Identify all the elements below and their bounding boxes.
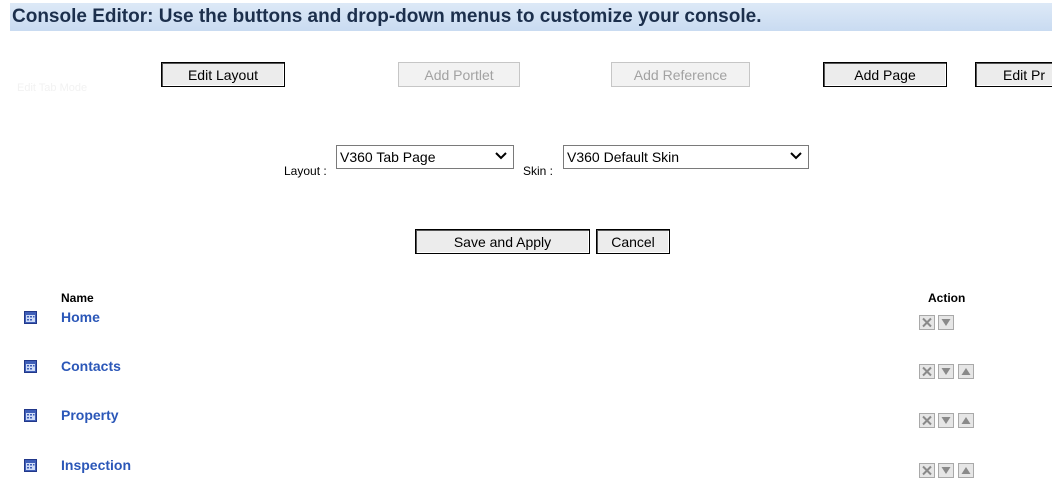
save-and-apply-button[interactable]: Save and Apply [415, 229, 590, 254]
page-name-link[interactable]: Property [61, 407, 119, 423]
console-editor-page: Console Editor: Use the buttons and drop… [0, 0, 1052, 483]
page-name-link[interactable]: Contacts [61, 358, 121, 374]
skin-select[interactable]: V360 Default Skin [563, 145, 809, 169]
table-row: Inspection [0, 456, 1052, 478]
skin-label: Skin : [523, 164, 554, 178]
page-icon [24, 360, 37, 373]
add-reference-button[interactable]: Add Reference [611, 62, 750, 87]
page-icon [24, 459, 37, 472]
move-up-icon[interactable] [958, 463, 974, 478]
page-title: Console Editor: Use the buttons and drop… [12, 6, 762, 27]
table-row: Property [0, 406, 1052, 428]
move-down-icon[interactable] [938, 413, 954, 428]
add-portlet-button[interactable]: Add Portlet [398, 62, 520, 87]
move-down-icon[interactable] [938, 364, 954, 379]
layout-label: Layout : [284, 164, 327, 178]
chevron-down-icon [790, 152, 802, 160]
page-name-link[interactable]: Inspection [61, 457, 131, 473]
remove-icon[interactable] [919, 364, 935, 379]
remove-icon[interactable] [919, 315, 935, 330]
move-down-icon[interactable] [938, 463, 954, 478]
edit-layout-button[interactable]: Edit Layout [161, 62, 285, 87]
header-bar: Console Editor: Use the buttons and drop… [10, 3, 1052, 31]
layout-select-value: V360 Tab Page [340, 149, 436, 165]
chevron-down-icon [495, 152, 507, 160]
add-page-button[interactable]: Add Page [823, 62, 947, 87]
layout-select[interactable]: V360 Tab Page [336, 145, 514, 169]
table-row: Contacts [0, 357, 1052, 379]
remove-icon[interactable] [919, 413, 935, 428]
page-icon [24, 311, 37, 324]
table-row: Home [0, 308, 1052, 330]
action-column-header: Action [928, 291, 966, 305]
name-column-header: Name [61, 291, 94, 305]
move-up-icon[interactable] [958, 364, 974, 379]
remove-icon[interactable] [919, 463, 935, 478]
skin-select-value: V360 Default Skin [567, 149, 680, 165]
mode-label: Edit Tab Mode [17, 82, 88, 94]
cancel-button[interactable]: Cancel [596, 229, 670, 254]
page-name-link[interactable]: Home [61, 309, 100, 325]
page-icon [24, 409, 37, 422]
move-up-icon[interactable] [958, 413, 974, 428]
move-down-icon[interactable] [938, 315, 954, 330]
edit-profile-button[interactable]: Edit Pr [975, 62, 1052, 87]
